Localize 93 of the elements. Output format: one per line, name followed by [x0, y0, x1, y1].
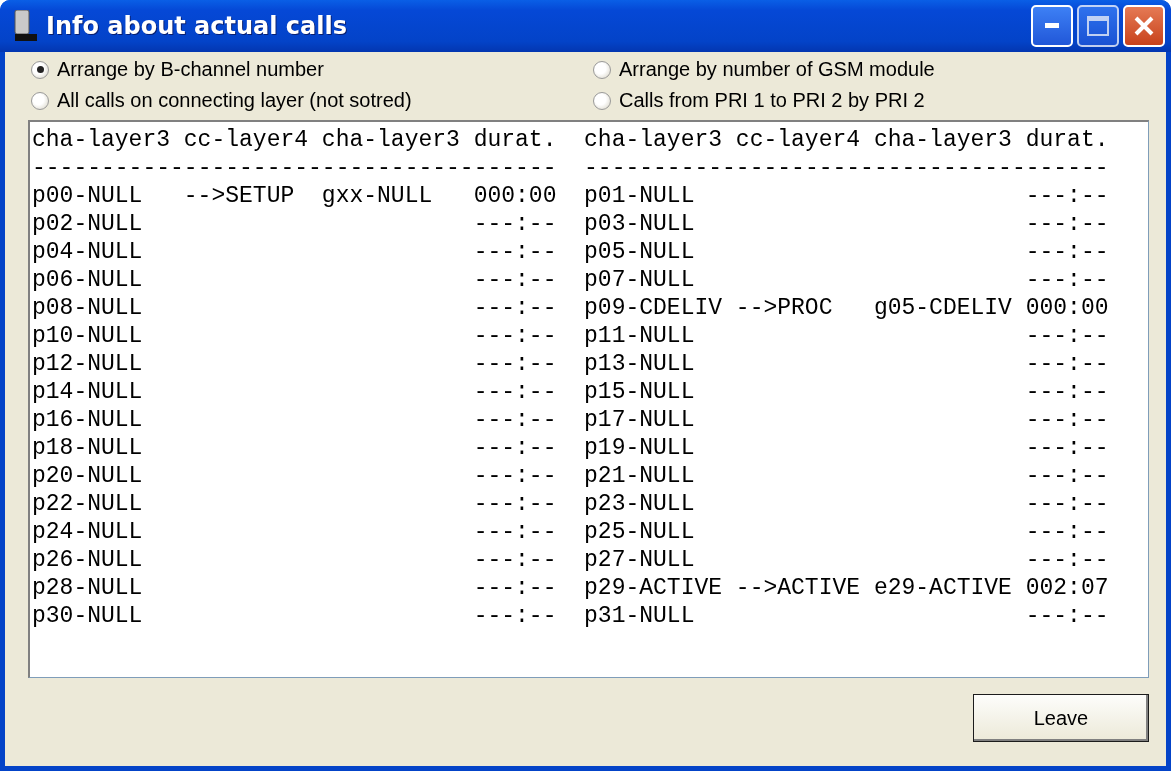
table-cell: ---:--	[473, 490, 557, 518]
table-cell-text: p11-NULL	[584, 322, 696, 350]
table-cell-text: p03-NULL	[584, 210, 696, 238]
table-cell-text: p27-NULL	[584, 546, 696, 574]
column-header: cc-layer4	[735, 126, 862, 154]
table-cell-text: p21-NULL	[584, 462, 696, 490]
table-cell-text: p25-NULL	[584, 518, 696, 546]
table-cell-text: p08-NULL	[32, 294, 144, 322]
table-cell: ---:--	[1025, 434, 1109, 462]
table-cell-text: p30-NULL	[32, 602, 144, 630]
table-cell: ---:--	[473, 518, 557, 546]
table-cell-text: p10-NULL	[32, 322, 144, 350]
table-cell-text: -->PROC	[735, 294, 834, 322]
table-cell: ---:--	[473, 210, 557, 238]
table-cell: ---:--	[1025, 322, 1109, 350]
column-header: cha-layer3	[321, 126, 461, 154]
table-cell: ---:--	[1025, 350, 1109, 378]
table-cell: ---:--	[1025, 518, 1109, 546]
table-cell: ---:--	[1025, 266, 1109, 294]
header-rule: --------------------------------------	[584, 154, 1109, 182]
table-cell-text: p12-NULL	[32, 350, 144, 378]
table-cell: ---:--	[1025, 238, 1109, 266]
table-cell-text: p24-NULL	[32, 518, 144, 546]
table-cell-text: g05-CDELIV	[873, 294, 1013, 322]
table-cell-text: p28-NULL	[32, 574, 144, 602]
table-cell-text: p16-NULL	[32, 406, 144, 434]
table-cell-text: p26-NULL	[32, 546, 144, 574]
table-cell-text: p31-NULL	[584, 602, 696, 630]
maximize-button[interactable]	[1077, 5, 1119, 47]
table-cell: ---:--	[473, 378, 557, 406]
table-cell-text: p07-NULL	[584, 266, 696, 294]
table-cell: ---:--	[1025, 406, 1109, 434]
table-cell-text: p00-NULL	[32, 182, 144, 210]
table-cell-text: p22-NULL	[32, 490, 144, 518]
table-cell: ---:--	[1025, 210, 1109, 238]
table-cell: 002:07	[1025, 574, 1109, 602]
table-cell-text: p23-NULL	[584, 490, 696, 518]
table-cell-text: p19-NULL	[584, 434, 696, 462]
table-cell-text: p14-NULL	[32, 378, 144, 406]
radio-option[interactable]: Calls from PRI 1 to PRI 2 by PRI 2	[593, 87, 1166, 114]
radio-option[interactable]: Arrange by number of GSM module	[593, 56, 1166, 83]
column-header: cha-layer3	[873, 126, 1013, 154]
table-cell: 000:00	[473, 182, 557, 210]
table-cell-text: p15-NULL	[584, 378, 696, 406]
table-cell: ---:--	[473, 322, 557, 350]
close-button[interactable]	[1123, 5, 1165, 47]
table-cell-text: p09-CDELIV	[584, 294, 724, 322]
table-cell-text: -->ACTIVE	[735, 574, 862, 602]
window-title: Info about actual calls	[46, 12, 348, 40]
table-cell-text: p13-NULL	[584, 350, 696, 378]
leave-button[interactable]: Leave	[973, 694, 1149, 742]
table-cell-text: e29-ACTIVE	[873, 574, 1013, 602]
table-cell-text: -->SETUP	[183, 182, 296, 210]
radio-option[interactable]: All calls on connecting layer (not sotred)	[31, 87, 593, 114]
app-icon	[12, 10, 38, 42]
maximize-icon	[1087, 16, 1109, 36]
table-cell-text: gxx-NULL	[321, 182, 434, 210]
column-header: durat.	[1025, 126, 1109, 154]
table-cell: ---:--	[1025, 602, 1109, 630]
table-cell: ---:--	[473, 434, 557, 462]
minimize-button[interactable]	[1031, 5, 1073, 47]
table-cell: ---:--	[473, 602, 557, 630]
table-cell: ---:--	[473, 294, 557, 322]
table-cell-text: p17-NULL	[584, 406, 696, 434]
table-cell: ---:--	[1025, 546, 1109, 574]
table-cell: ---:--	[473, 266, 557, 294]
table-cell: ---:--	[473, 406, 557, 434]
column-header: cha-layer3	[32, 126, 172, 154]
column-header: cha-layer3	[584, 126, 724, 154]
table-cell-text: p06-NULL	[32, 266, 144, 294]
column-header: cc-layer4	[183, 126, 310, 154]
table-cell-text: p05-NULL	[584, 238, 696, 266]
table-cell: ---:--	[1025, 378, 1109, 406]
table-cell: ---:--	[473, 574, 557, 602]
table-cell: ---:--	[1025, 462, 1109, 490]
minimize-icon	[1045, 23, 1059, 29]
column-header: durat.	[473, 126, 557, 154]
close-icon	[1133, 15, 1155, 37]
table-cell: ---:--	[473, 546, 557, 574]
table-cell: 000:00	[1025, 294, 1109, 322]
header-rule: --------------------------------------	[32, 154, 557, 182]
table-cell: ---:--	[473, 462, 557, 490]
table-cell-text: p01-NULL	[584, 182, 696, 210]
table-cell-text: p29-ACTIVE	[584, 574, 724, 602]
table-cell: ---:--	[473, 350, 557, 378]
table-cell-text: p02-NULL	[32, 210, 144, 238]
table-cell-text: p20-NULL	[32, 462, 144, 490]
table-cell: ---:--	[1025, 182, 1109, 210]
table-cell-text: p04-NULL	[32, 238, 144, 266]
table-cell: ---:--	[473, 238, 557, 266]
radio-option[interactable]: Arrange by B-channel number	[31, 56, 593, 83]
table-cell: ---:--	[1025, 490, 1109, 518]
table-cell-text: p18-NULL	[32, 434, 144, 462]
